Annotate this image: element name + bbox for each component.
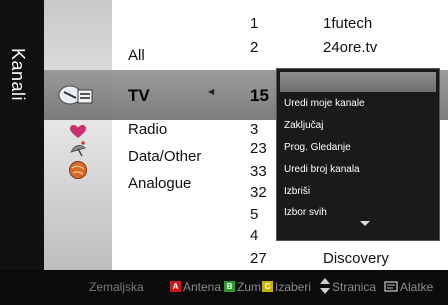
channel-number[interactable]: 23 — [250, 140, 267, 157]
channel-number[interactable]: 4 — [250, 227, 258, 244]
menu-item-edit-my-channels[interactable]: Uredi moje kanale — [284, 98, 365, 109]
key-a-icon: A — [170, 281, 181, 292]
signal-mode-label: Zemaljska — [89, 280, 144, 294]
channel-number[interactable]: 3 — [250, 121, 258, 138]
globe-icon[interactable] — [68, 160, 88, 180]
channel-number[interactable]: 33 — [250, 163, 267, 180]
tools-label[interactable]: Alatke — [400, 280, 433, 294]
channel-name[interactable]: 24ore.tv — [323, 39, 377, 56]
category-analogue[interactable]: Analogue — [128, 175, 191, 192]
tools-popup-menu: Uredi moje kanale Zaključaj Prog. Gledan… — [276, 68, 440, 241]
satellite-tv-icon[interactable] — [56, 80, 96, 110]
channel-number[interactable]: 5 — [250, 206, 258, 223]
menu-item-select-all[interactable]: Izbor svih — [284, 207, 327, 218]
category-radio[interactable]: Radio — [128, 121, 167, 138]
channel-list-screen: Kanali All TV ◀ Radio Data/Other Analogu… — [0, 0, 448, 305]
channel-number[interactable]: 32 — [250, 184, 267, 201]
scroll-down-icon[interactable] — [360, 221, 370, 226]
select-label[interactable]: Izaberi — [275, 280, 311, 294]
channel-number[interactable]: 1 — [250, 15, 258, 32]
menu-item-lock[interactable]: Zaključaj — [284, 120, 323, 131]
antenna-label[interactable]: Antena — [183, 280, 221, 294]
side-title-bar: Kanali — [0, 0, 44, 270]
key-c-icon: C — [262, 281, 273, 292]
menu-item-timer-viewing[interactable]: Prog. Gledanje — [284, 142, 351, 153]
satellite-dish-icon[interactable] — [69, 140, 87, 158]
category-tv[interactable]: TV — [128, 86, 150, 106]
left-arrow-icon: ◀ — [208, 87, 215, 96]
channel-number[interactable]: 15 — [250, 86, 269, 106]
key-b-icon: B — [224, 281, 235, 292]
bottom-help-bar: Zemaljska A Antena B Zum C Izaberi Stran… — [0, 270, 448, 305]
menu-item-edit-channel-number[interactable]: Uredi broj kanala — [284, 164, 360, 175]
channel-number[interactable]: 2 — [250, 39, 258, 56]
tools-icon — [384, 281, 398, 292]
heart-icon[interactable] — [70, 125, 86, 139]
popup-menu-header — [280, 72, 436, 92]
up-down-arrows-icon — [320, 278, 330, 294]
channel-name[interactable]: 1futech — [323, 15, 372, 32]
category-all[interactable]: All — [128, 47, 145, 64]
channel-number[interactable]: 27 — [250, 250, 267, 267]
icon-column — [44, 0, 112, 270]
zoom-label[interactable]: Zum — [237, 280, 261, 294]
category-data-other[interactable]: Data/Other — [128, 148, 201, 165]
screen-title: Kanali — [8, 48, 28, 102]
channel-name[interactable]: Discovery — [323, 250, 389, 267]
menu-item-delete[interactable]: Izbriši — [284, 186, 310, 197]
page-label[interactable]: Stranica — [332, 280, 376, 294]
